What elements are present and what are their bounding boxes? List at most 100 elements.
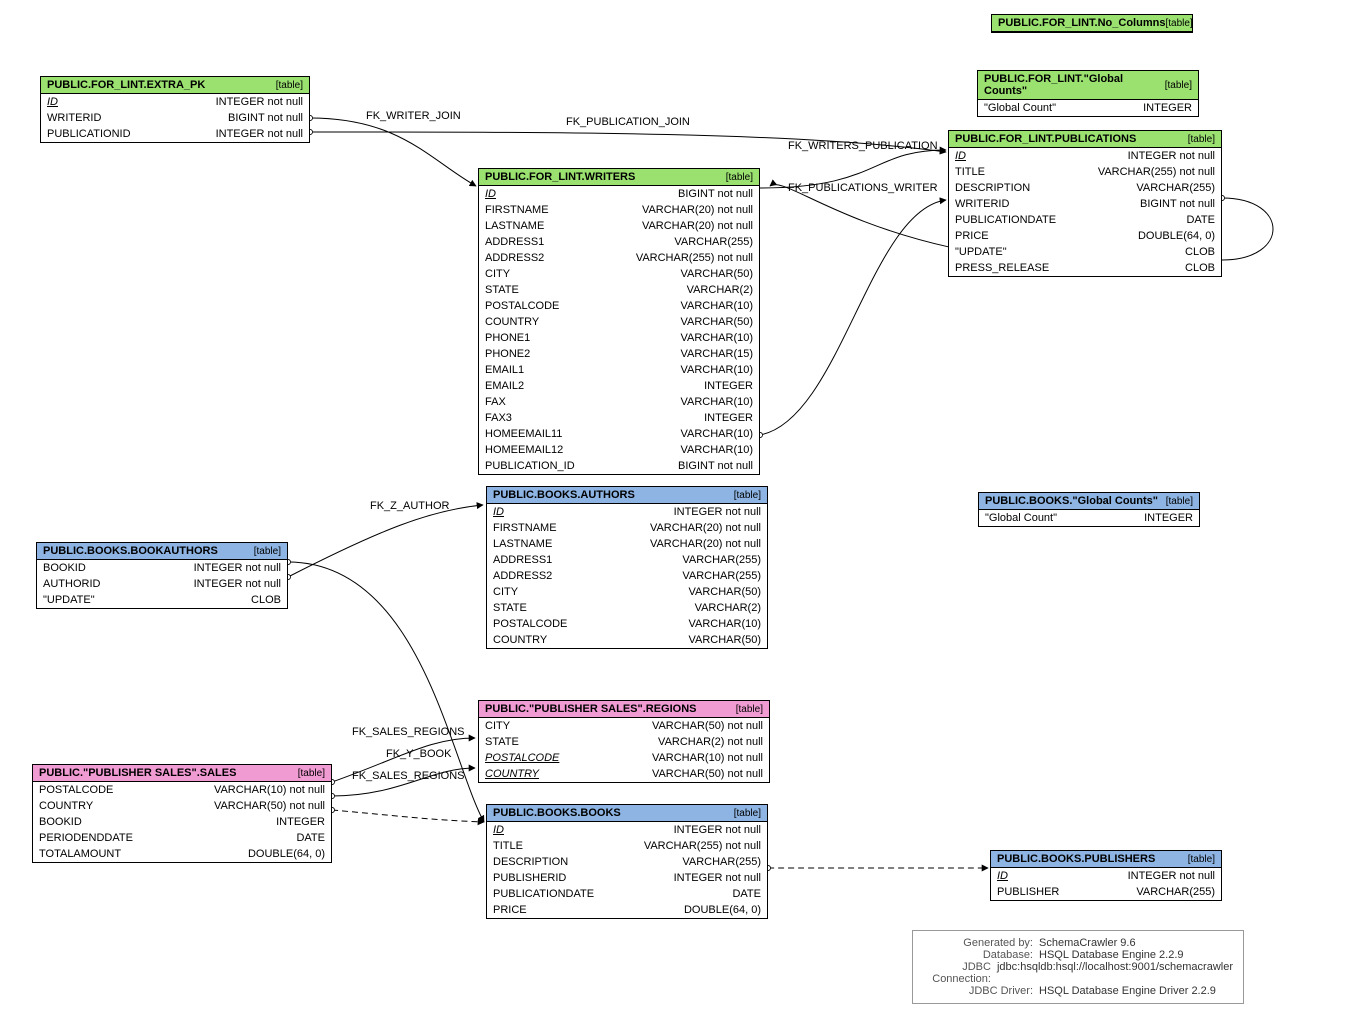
column-row: DESCRIPTIONVARCHAR(255) bbox=[949, 180, 1221, 196]
table-tag: [table] bbox=[736, 704, 763, 715]
table-title: PUBLIC.FOR_LINT.EXTRA_PK bbox=[47, 79, 205, 91]
edge-label: FK_PUBLICATIONS_WRITER bbox=[788, 182, 938, 194]
column-type: DOUBLE(64, 0) bbox=[684, 903, 761, 917]
column-name: STATE bbox=[493, 601, 545, 615]
column-type: VARCHAR(50) bbox=[680, 315, 753, 329]
column-row: IDINTEGER not null bbox=[41, 94, 309, 110]
column-type: INTEGER not null bbox=[1128, 869, 1215, 883]
column-row: "Global Count"INTEGER bbox=[978, 100, 1198, 116]
column-row: POSTALCODEVARCHAR(10) bbox=[487, 616, 767, 632]
table-regions: PUBLIC."PUBLISHER SALES".REGIONS[table] … bbox=[478, 700, 770, 783]
column-row: EMAIL1VARCHAR(10) bbox=[479, 362, 759, 378]
column-name: PUBLISHERID bbox=[493, 871, 584, 885]
column-row: WRITERID BIGINT not null bbox=[41, 110, 309, 126]
column-row: WRITERIDBIGINT not null bbox=[949, 196, 1221, 212]
footer-key: JDBC Driver: bbox=[923, 985, 1033, 997]
table-tag: [table] bbox=[276, 80, 303, 91]
column-name: "UPDATE" bbox=[955, 245, 1025, 259]
column-row: IDINTEGER not null bbox=[487, 504, 767, 520]
column-name: WRITERID bbox=[955, 197, 1027, 211]
column-type: CLOB bbox=[1185, 245, 1215, 259]
column-row: HOMEEMAIL12VARCHAR(10) bbox=[479, 442, 759, 458]
column-type: VARCHAR(20) not null bbox=[642, 203, 753, 217]
column-name: PERIODENDDATE bbox=[39, 831, 151, 845]
table-publications: PUBLIC.FOR_LINT.PUBLICATIONS[table] IDIN… bbox=[948, 130, 1222, 277]
column-row: AUTHORIDINTEGER not null bbox=[37, 576, 287, 592]
column-name: POSTALCODE bbox=[39, 783, 131, 797]
table-publishers: PUBLIC.BOOKS.PUBLISHERS[table] IDINTEGER… bbox=[990, 850, 1222, 901]
column-type: BIGINT not null bbox=[678, 187, 753, 201]
column-row: PUBLISHERIDINTEGER not null bbox=[487, 870, 767, 886]
column-name: ID bbox=[955, 149, 984, 163]
column-name: "Global Count" bbox=[984, 101, 1074, 115]
column-row: COUNTRY VARCHAR(50) bbox=[487, 632, 767, 648]
column-type: BIGINT not null bbox=[228, 111, 303, 125]
table-no-columns: PUBLIC.FOR_LINT.No_Columns[table] bbox=[991, 14, 1193, 33]
column-type: VARCHAR(10) bbox=[680, 331, 753, 345]
column-name: "UPDATE" bbox=[43, 593, 113, 607]
column-type: VARCHAR(255) bbox=[682, 569, 761, 583]
column-type: INTEGER not null bbox=[194, 561, 281, 575]
table-writers: PUBLIC.FOR_LINT.WRITERS[table] IDBIGINT … bbox=[478, 168, 760, 475]
column-name: ADDRESS2 bbox=[493, 569, 570, 583]
table-global-counts-books: PUBLIC.BOOKS."Global Counts"[table] "Glo… bbox=[978, 492, 1200, 527]
column-row: TOTALAMOUNTDOUBLE(64, 0) bbox=[33, 846, 331, 862]
column-row: POSTALCODE VARCHAR(10) not null bbox=[33, 782, 331, 798]
edge-label: FK_WRITER_JOIN bbox=[366, 110, 461, 122]
table-title: PUBLIC."PUBLISHER SALES".SALES bbox=[39, 767, 236, 779]
column-type: VARCHAR(255) not null bbox=[644, 839, 761, 853]
table-title: PUBLIC.BOOKS.BOOKAUTHORS bbox=[43, 545, 218, 557]
column-row: ID INTEGER not null bbox=[991, 868, 1221, 884]
column-row: "Global Count"INTEGER bbox=[979, 510, 1199, 526]
column-name: PUBLICATIONDATE bbox=[493, 887, 612, 901]
column-type: VARCHAR(50) bbox=[688, 585, 761, 599]
column-row: BOOKIDINTEGER not null bbox=[37, 560, 287, 576]
column-type: VARCHAR(10) not null bbox=[214, 783, 325, 797]
column-type: VARCHAR(10) bbox=[680, 443, 753, 457]
column-row: TITLEVARCHAR(255) not null bbox=[949, 164, 1221, 180]
column-name: WRITERID bbox=[47, 111, 119, 125]
column-type: VARCHAR(2) not null bbox=[658, 735, 763, 749]
table-books: PUBLIC.BOOKS.BOOKS[table] IDINTEGER not … bbox=[486, 804, 768, 919]
column-name: ID bbox=[997, 869, 1026, 883]
column-type: VARCHAR(50) bbox=[688, 633, 761, 647]
column-type: VARCHAR(255) bbox=[682, 553, 761, 567]
column-type: VARCHAR(20) not null bbox=[650, 537, 761, 551]
table-title: PUBLIC.BOOKS.AUTHORS bbox=[493, 489, 635, 501]
edge-label: FK_Y_BOOK bbox=[386, 748, 451, 760]
table-tag: [table] bbox=[734, 808, 761, 819]
column-name: POSTALCODE bbox=[485, 751, 577, 765]
column-row: PRICEDOUBLE(64, 0) bbox=[949, 228, 1221, 244]
column-row: COUNTRYVARCHAR(50) bbox=[479, 314, 759, 330]
column-name: PRICE bbox=[493, 903, 545, 917]
column-name: PRESS_RELEASE bbox=[955, 261, 1067, 275]
column-type: INTEGER bbox=[704, 379, 753, 393]
column-type: VARCHAR(2) bbox=[687, 283, 753, 297]
column-row: "UPDATE" CLOB bbox=[949, 244, 1221, 260]
column-name: STATE bbox=[485, 283, 537, 297]
column-row: DESCRIPTIONVARCHAR(255) bbox=[487, 854, 767, 870]
table-tag: [table] bbox=[1165, 80, 1192, 91]
column-name: ADDRESS1 bbox=[493, 553, 570, 567]
table-title: PUBLIC.FOR_LINT.WRITERS bbox=[485, 171, 635, 183]
column-name: ID bbox=[47, 95, 76, 109]
column-type: DATE bbox=[732, 887, 761, 901]
column-type: BIGINT not null bbox=[678, 459, 753, 473]
column-name: TITLE bbox=[955, 165, 1003, 179]
column-type: DATE bbox=[1186, 213, 1215, 227]
column-row: CITYVARCHAR(50) bbox=[487, 584, 767, 600]
column-row: LASTNAMEVARCHAR(20) not null bbox=[479, 218, 759, 234]
footer-value: HSQL Database Engine Driver 2.2.9 bbox=[1039, 985, 1216, 997]
table-title: PUBLIC.BOOKS."Global Counts" bbox=[985, 495, 1158, 507]
column-name: EMAIL2 bbox=[485, 379, 542, 393]
column-type: DATE bbox=[296, 831, 325, 845]
column-type: INTEGER not null bbox=[1128, 149, 1215, 163]
column-name: FIRSTNAME bbox=[485, 203, 567, 217]
column-type: CLOB bbox=[1185, 261, 1215, 275]
column-name: COUNTRY bbox=[493, 633, 565, 647]
column-name: ID bbox=[485, 187, 514, 201]
column-row: COUNTRYVARCHAR(50) not null bbox=[479, 766, 769, 782]
footer-key: JDBC Connection: bbox=[923, 961, 991, 985]
column-row: CITYVARCHAR(50) not null bbox=[479, 718, 769, 734]
metadata-footer: Generated by:SchemaCrawler 9.6 Database:… bbox=[912, 930, 1244, 1004]
